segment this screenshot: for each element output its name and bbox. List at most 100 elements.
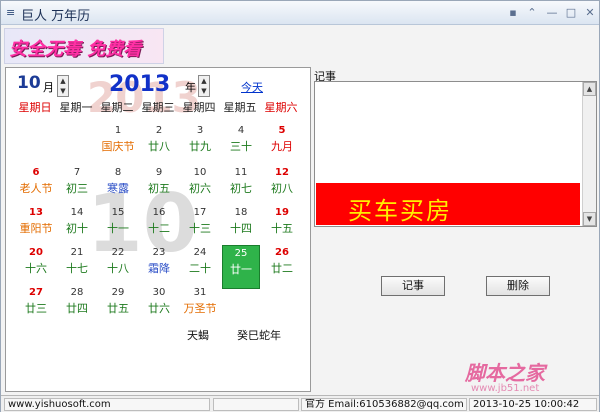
lunar-date: 初五 bbox=[148, 182, 170, 195]
weekday-wed: 星期三 bbox=[141, 101, 175, 114]
day-cell[interactable]: 27 廿三 bbox=[17, 285, 55, 329]
day-number: 2 bbox=[155, 125, 163, 136]
app-menu-icon[interactable]: ≡ bbox=[6, 7, 18, 19]
lunar-date: 十六 bbox=[25, 262, 47, 275]
day-cell[interactable]: 10 初六 bbox=[181, 165, 219, 209]
day-cell[interactable]: 15 十一 bbox=[99, 205, 137, 249]
record-button[interactable]: 记事 bbox=[381, 276, 445, 296]
month-spinner[interactable]: ▲ ▼ bbox=[57, 75, 69, 97]
day-number: 20 bbox=[29, 247, 43, 258]
day-cell[interactable]: 14 初十 bbox=[58, 205, 96, 249]
ad-image[interactable]: 买车买房 bbox=[316, 183, 580, 225]
day-cell[interactable]: 31 万圣节 bbox=[181, 285, 219, 329]
title-bar: ≡ 巨人 万年历 ▪ ⌃ — □ ✕ bbox=[1, 1, 599, 25]
weekday-thu: 星期四 bbox=[182, 101, 216, 114]
day-number: 12 bbox=[275, 167, 289, 178]
scroll-up-icon[interactable]: ▲ bbox=[583, 82, 596, 96]
day-cell[interactable]: 29 廿五 bbox=[99, 285, 137, 329]
day-cell[interactable]: 23 霜降 bbox=[140, 245, 178, 289]
spin-up-icon[interactable]: ▲ bbox=[58, 76, 68, 86]
day-cell[interactable]: 20 十六 bbox=[17, 245, 55, 289]
lunar-date: 初十 bbox=[66, 222, 88, 235]
day-number: 30 bbox=[152, 287, 166, 298]
lunar-date: 重阳节 bbox=[19, 222, 53, 235]
status-website: www.yishuosoft.com bbox=[4, 398, 210, 411]
lunar-date: 初三 bbox=[66, 182, 88, 195]
day-number: 4 bbox=[237, 125, 245, 136]
day-cell[interactable]: 17 十三 bbox=[181, 205, 219, 249]
day-cell[interactable]: 9 初五 bbox=[140, 165, 178, 209]
lunar-date: 九月 bbox=[271, 140, 293, 153]
day-cell[interactable]: 4 三十 bbox=[222, 123, 260, 167]
day-number: 18 bbox=[234, 207, 248, 218]
year-spinner[interactable]: ▲ ▼ bbox=[198, 75, 210, 97]
today-link[interactable]: 今天 bbox=[241, 79, 263, 95]
month-value: 10 bbox=[17, 73, 41, 93]
zodiac-sign: 天蝎 bbox=[187, 329, 209, 342]
day-number: 16 bbox=[152, 207, 166, 218]
lunar-date: 廿八 bbox=[148, 140, 170, 153]
day-number: 6 bbox=[32, 167, 40, 178]
day-number: 25 bbox=[234, 248, 248, 259]
day-cell[interactable]: 16 十二 bbox=[140, 205, 178, 249]
notes-textarea[interactable]: 买车买房 ▲ ▼ bbox=[314, 81, 597, 227]
lunar-date: 万圣节 bbox=[183, 302, 217, 315]
day-cell[interactable]: 24 二十 bbox=[181, 245, 219, 289]
lunar-date: 初七 bbox=[230, 182, 252, 195]
day-cell[interactable]: 5 九月 bbox=[263, 123, 301, 167]
lunar-date: 十三 bbox=[189, 222, 211, 235]
close-button[interactable]: ✕ bbox=[583, 6, 597, 20]
status-blank bbox=[213, 398, 299, 411]
spin-down-icon[interactable]: ▼ bbox=[199, 86, 209, 96]
lunar-date: 二十 bbox=[189, 262, 211, 275]
day-cell[interactable]: 8 寒露 bbox=[99, 165, 137, 209]
lunar-date: 十八 bbox=[107, 262, 129, 275]
day-cell[interactable]: 26 廿二 bbox=[263, 245, 301, 289]
minimize-button[interactable]: — bbox=[545, 6, 559, 20]
spin-down-icon[interactable]: ▼ bbox=[58, 86, 68, 96]
day-cell[interactable]: 11 初七 bbox=[222, 165, 260, 209]
lunar-date: 十一 bbox=[107, 222, 129, 235]
day-cell[interactable]: 30 廿六 bbox=[140, 285, 178, 329]
delete-button[interactable]: 删除 bbox=[486, 276, 550, 296]
day-number: 28 bbox=[70, 287, 84, 298]
day-cell[interactable]: 7 初三 bbox=[58, 165, 96, 209]
month-unit-label: 月 bbox=[43, 81, 54, 94]
lunar-date: 十七 bbox=[66, 262, 88, 275]
day-number: 23 bbox=[152, 247, 166, 258]
scroll-down-icon[interactable]: ▼ bbox=[583, 212, 596, 226]
lunar-date: 十二 bbox=[148, 222, 170, 235]
status-datetime: 2013-10-25 10:00:42 bbox=[469, 398, 597, 411]
minimize-small-icon[interactable]: ▪ bbox=[506, 6, 520, 20]
day-number: 1 bbox=[114, 125, 122, 136]
day-number: 8 bbox=[114, 167, 122, 178]
day-number: 26 bbox=[275, 247, 289, 258]
day-cell[interactable]: 3 廿九 bbox=[181, 123, 219, 167]
banner-text: 安全无毒 免费看 bbox=[9, 39, 142, 60]
rollup-icon[interactable]: ⌃ bbox=[525, 6, 539, 20]
day-cell[interactable]: 21 十七 bbox=[58, 245, 96, 289]
day-cell[interactable]: 18 十四 bbox=[222, 205, 260, 249]
day-number: 15 bbox=[111, 207, 125, 218]
lunar-date: 十五 bbox=[271, 222, 293, 235]
day-cell[interactable]: 28 廿四 bbox=[58, 285, 96, 329]
day-cell[interactable]: 19 十五 bbox=[263, 205, 301, 249]
year-unit-label: 年 bbox=[185, 81, 196, 94]
day-cell-selected[interactable]: 25 廿一 bbox=[222, 245, 260, 289]
lunar-date: 寒露 bbox=[107, 182, 129, 195]
maximize-button[interactable]: □ bbox=[564, 6, 578, 20]
day-cell[interactable]: 12 初八 bbox=[263, 165, 301, 209]
day-cell[interactable]: 6 老人节 bbox=[17, 165, 55, 209]
lunar-date: 国庆节 bbox=[101, 140, 135, 153]
day-cell[interactable]: 1 国庆节 bbox=[99, 123, 137, 167]
spin-up-icon[interactable]: ▲ bbox=[199, 76, 209, 86]
day-cell[interactable]: 22 十八 bbox=[99, 245, 137, 289]
day-cell[interactable]: 2 廿八 bbox=[140, 123, 178, 167]
day-number: 7 bbox=[73, 167, 81, 178]
notes-scrollbar[interactable]: ▲ ▼ bbox=[582, 82, 596, 226]
weekday-sun: 星期日 bbox=[18, 101, 52, 114]
status-email: 官方 Email:610536882@qq.com bbox=[301, 398, 467, 411]
ad-banner[interactable]: 安全无毒 免费看 bbox=[4, 28, 164, 64]
weekday-sat: 星期六 bbox=[264, 101, 298, 114]
day-cell[interactable]: 13 重阳节 bbox=[17, 205, 55, 249]
